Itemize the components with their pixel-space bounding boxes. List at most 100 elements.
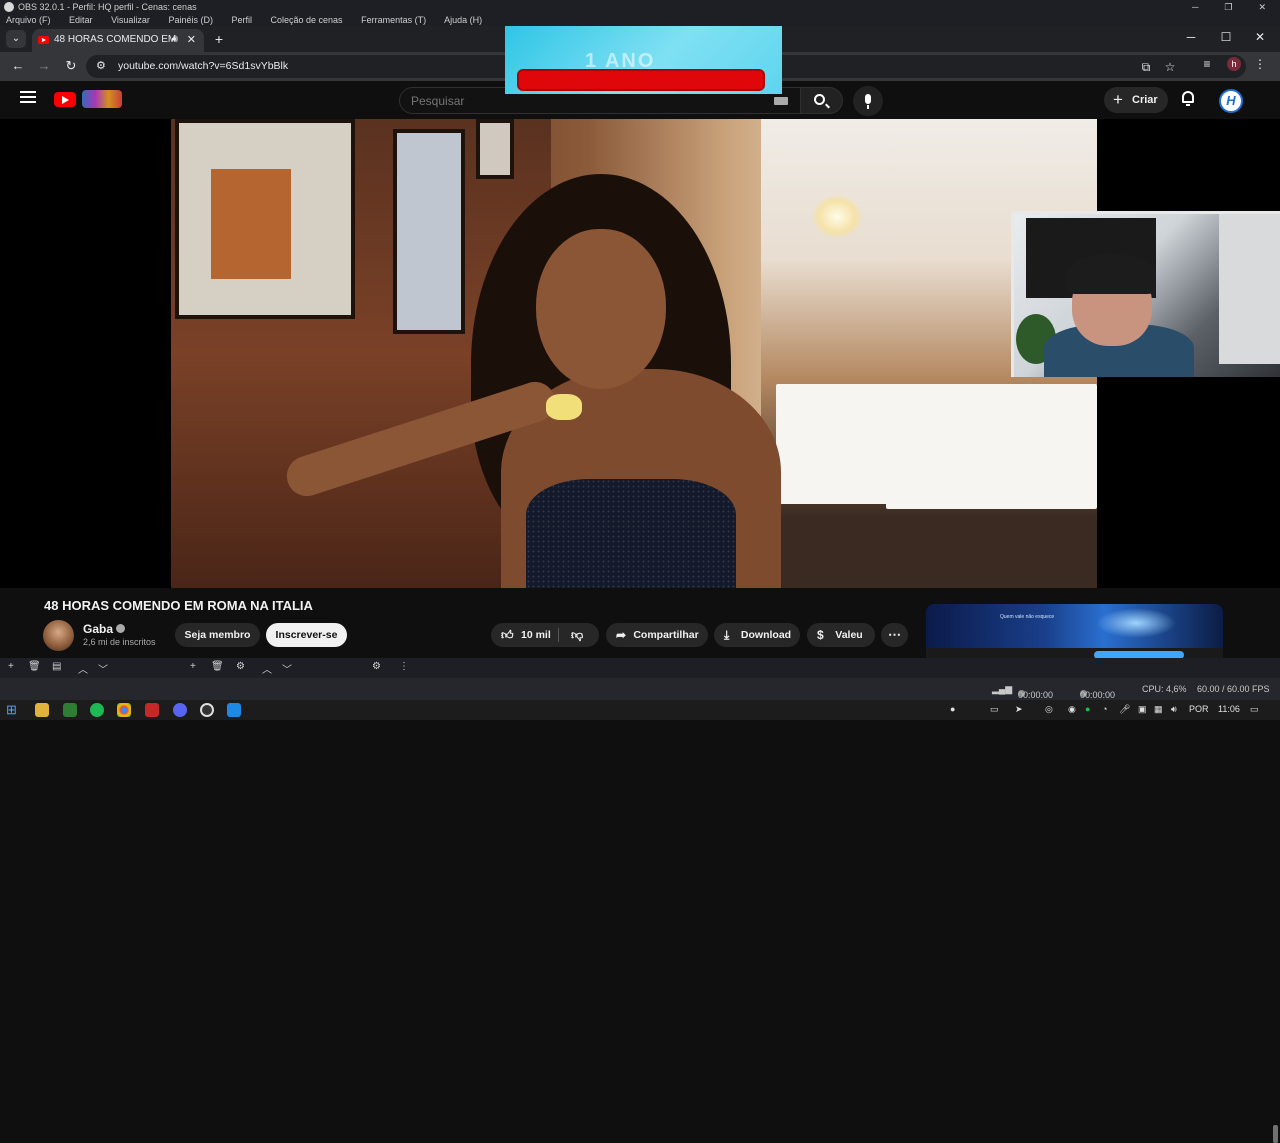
obs-menu-profile[interactable]: Perfil (231, 15, 252, 25)
bookmark-star-icon[interactable]: ☆ (1162, 60, 1178, 74)
add-scene-icon[interactable]: + (8, 661, 14, 672)
file-explorer-icon[interactable] (35, 703, 49, 717)
page-scrollbar[interactable] (1273, 1125, 1278, 1143)
tray-spotify-icon[interactable]: ● (1085, 704, 1090, 714)
youtube-logo[interactable] (54, 92, 76, 107)
news-app-icon[interactable] (145, 703, 159, 717)
reload-button[interactable]: ↻ (62, 58, 80, 74)
move-down-icon[interactable]: ﹀ (98, 661, 108, 676)
subscribe-button[interactable]: Inscrever-se (266, 623, 347, 647)
tray-arrow-icon[interactable]: ➤ (1015, 704, 1023, 715)
channel-avatar[interactable] (43, 620, 74, 651)
share-button[interactable]: ➦ Compartilhar (606, 623, 708, 647)
chrome-icon[interactable] (117, 703, 131, 717)
tray-app-icon[interactable]: ◉ (1068, 704, 1076, 715)
tray-app-icon[interactable]: ◔ (1102, 704, 1107, 714)
scene-picture-frame (393, 129, 465, 334)
tray-app-icon[interactable]: ● (950, 704, 955, 714)
browser-maximize-button[interactable]: ☐ (1216, 30, 1236, 44)
thumbs-down-icon[interactable]: 👎︎ (571, 623, 583, 647)
tray-app-icon[interactable]: ▣ (1138, 704, 1147, 715)
forward-button[interactable]: → (35, 58, 53, 73)
source-down-icon[interactable]: ﹀ (282, 661, 292, 676)
source-settings-icon[interactable]: ⚙︎ (236, 661, 245, 672)
ad-cta-button[interactable] (1094, 651, 1184, 658)
obs-maximize-button[interactable]: ❐ (1224, 0, 1232, 14)
source-up-icon[interactable]: ︿ (262, 661, 272, 676)
audio-menu-icon[interactable]: ⋮ (399, 661, 409, 672)
add-source-icon[interactable]: + (190, 661, 196, 672)
notifications-button[interactable] (1181, 91, 1195, 106)
scene-chandelier (811, 194, 863, 239)
obs-close-button[interactable]: ✕ (1258, 0, 1266, 14)
obs-menu-docks[interactable]: Painéis (D) (168, 15, 213, 25)
menu-icon[interactable] (20, 91, 36, 103)
clock-time[interactable]: 11:06 (1218, 704, 1240, 714)
obs-minimize-button[interactable]: ─ (1192, 0, 1198, 14)
channel-name[interactable]: Gaba (83, 622, 113, 636)
search-input[interactable] (411, 94, 761, 108)
browser-menu-icon[interactable]: ⋮ (1252, 57, 1268, 71)
move-up-icon[interactable]: ︿ (78, 661, 88, 676)
obs-taskbar-icon[interactable] (200, 703, 214, 717)
thumbs-up-icon[interactable]: 👍︎ (501, 623, 514, 647)
back-button[interactable]: ← (9, 58, 27, 73)
obs-menu-file[interactable]: Arquivo (F) (6, 15, 51, 25)
download-label: Download (740, 629, 792, 641)
search-button[interactable] (801, 87, 843, 114)
thanks-button[interactable]: $ Valeu (807, 623, 875, 647)
obs-menu-edit[interactable]: Editar (69, 15, 93, 25)
media-control-icon[interactable]: ≡ (1199, 57, 1215, 71)
create-label: Criar (1132, 94, 1158, 106)
tray-volume-icon[interactable]: 🔊︎ (1171, 704, 1177, 715)
close-tab-icon[interactable]: ✕ (187, 29, 196, 51)
voice-search-button[interactable] (853, 86, 883, 116)
app-icon[interactable] (63, 703, 77, 717)
like-count[interactable]: 10 mil (521, 623, 551, 647)
tab-search-button[interactable]: ⌄ (6, 30, 26, 48)
obs-menu-bar: Arquivo (F) Editar Visualizar Painéis (D… (0, 14, 1280, 26)
url-text[interactable]: youtube.com/watch?v=6Sd1svYbBlk (118, 60, 288, 72)
tray-app-icon[interactable]: ◎ (1045, 704, 1053, 715)
obs-menu-tools[interactable]: Ferramentas (T) (361, 15, 426, 25)
youtube-doodle-icon[interactable] (82, 90, 122, 108)
stream-overlay-banner: 1 ANO (505, 26, 782, 94)
sidebar-ad-card[interactable]: Quem vale não esquece (926, 604, 1223, 658)
spotify-icon[interactable] (90, 703, 104, 717)
create-button[interactable]: + Criar (1104, 87, 1168, 113)
browser-tab-youtube[interactable]: 48 HORAS COMENDO EM 🔊︎ ✕ (32, 29, 204, 52)
cast-icon[interactable]: ⧉ (1138, 60, 1154, 75)
discord-icon[interactable] (173, 703, 187, 717)
remove-scene-icon[interactable]: 🗑︎ (28, 661, 41, 672)
youtube-favicon-icon (38, 36, 49, 44)
notification-center-icon[interactable]: ▭ (1250, 704, 1259, 715)
tray-mic-icon[interactable]: 🎤︎ (1119, 704, 1130, 715)
app-icon[interactable] (227, 703, 241, 717)
start-windows-icon[interactable]: ⊞ (6, 702, 20, 717)
obs-menu-view[interactable]: Visualizar (111, 15, 150, 25)
filter-icon[interactable]: ▤ (52, 661, 61, 672)
download-button[interactable]: ⤓ Download (714, 623, 800, 647)
obs-menu-scene-collection[interactable]: Coleção de cenas (271, 15, 343, 25)
profile-avatar[interactable]: h (1227, 57, 1241, 71)
audio-settings-icon[interactable]: ⚙︎ (372, 661, 381, 672)
search-icon (814, 94, 825, 105)
banner-red-bar (517, 69, 765, 91)
keyboard-icon[interactable] (774, 97, 788, 105)
stream-time: 00:00:00 (1018, 690, 1054, 700)
remove-source-icon[interactable]: 🗑︎ (211, 661, 224, 672)
browser-close-button[interactable]: ✕ (1250, 30, 1270, 44)
obs-dock-toolbar: + 🗑︎ ▤ ︿ ﹀ + 🗑︎ ⚙︎ ︿ ﹀ ⚙︎ ⋮ (0, 658, 1280, 678)
join-button[interactable]: Seja membro (175, 623, 260, 647)
tray-app-icon[interactable]: ▭ (990, 704, 999, 715)
more-actions-button[interactable]: ⋯ (881, 623, 908, 647)
browser-minimize-button[interactable]: ─ (1181, 30, 1201, 44)
video-frame[interactable] (171, 119, 1097, 588)
keyboard-language[interactable]: POR (1189, 704, 1209, 714)
new-tab-button[interactable]: + (211, 30, 227, 48)
audio-playing-icon[interactable]: 🔊︎ (172, 29, 178, 51)
tray-network-icon[interactable]: ▦ (1154, 704, 1163, 715)
account-avatar[interactable]: H (1219, 89, 1243, 113)
obs-menu-help[interactable]: Ajuda (H) (444, 15, 482, 25)
site-info-icon[interactable]: ⚙︎ (96, 59, 106, 72)
